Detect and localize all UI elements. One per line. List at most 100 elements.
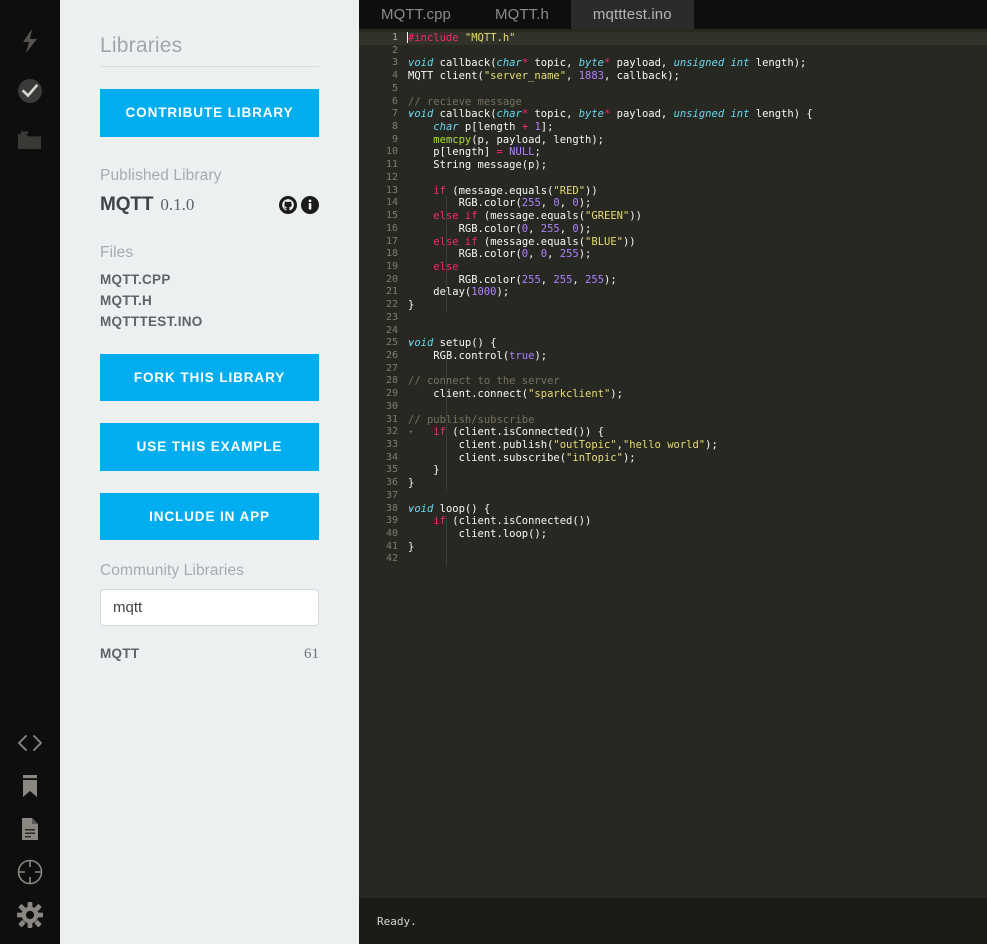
file-item[interactable]: MQTTTEST.INO <box>100 311 319 332</box>
line-number[interactable]: 32 ▾ <box>359 426 413 439</box>
line-number[interactable]: 2 <box>359 45 404 58</box>
code-line[interactable]: } <box>404 477 987 490</box>
line-number[interactable]: 16 <box>359 223 404 236</box>
line-number[interactable]: 30 <box>359 401 404 414</box>
code-line[interactable]: MQTT client("server_name", 1883, callbac… <box>404 70 987 83</box>
code-line[interactable]: // connect to the server <box>404 375 987 388</box>
code-line[interactable] <box>404 83 987 96</box>
fork-this-library-button[interactable]: FORK THIS LIBRARY <box>100 353 319 401</box>
line-number[interactable]: 29 <box>359 388 404 401</box>
code-line[interactable]: RGB.color(0, 0, 255); <box>404 248 987 261</box>
contribute-library-button[interactable]: CONTRIBUTE LIBRARY <box>100 89 319 137</box>
code-line[interactable] <box>404 553 987 566</box>
line-number[interactable]: 6 <box>359 96 404 109</box>
code-line[interactable]: RGB.control(true); <box>404 350 987 363</box>
code-line[interactable] <box>404 363 987 376</box>
tab-mqtttest-ino[interactable]: mqtttest.ino <box>570 0 694 29</box>
line-number[interactable]: 31 <box>359 414 404 427</box>
code-line[interactable]: } <box>404 299 987 312</box>
line-number[interactable]: 24 <box>359 325 404 338</box>
code-line[interactable] <box>404 312 987 325</box>
target-icon[interactable] <box>0 850 60 893</box>
code-line[interactable]: if (message.equals("RED")) <box>404 185 987 198</box>
line-number[interactable]: 19 <box>359 261 404 274</box>
verify-icon[interactable] <box>0 66 60 116</box>
line-number[interactable]: 14 <box>359 197 404 210</box>
code-line[interactable]: void setup() { <box>404 337 987 350</box>
line-number[interactable]: 27 <box>359 363 404 376</box>
code-line[interactable] <box>404 172 987 185</box>
include-in-app-button[interactable]: INCLUDE IN APP <box>100 492 319 540</box>
line-number[interactable]: 15 <box>359 210 404 223</box>
code-line[interactable]: client.connect("sparkclient"); <box>404 388 987 401</box>
code-line[interactable]: RGB.color(255, 255, 255); <box>404 274 987 287</box>
info-icon[interactable] <box>301 195 319 214</box>
code-line[interactable]: client.publish("outTopic","hello world")… <box>404 439 987 452</box>
code-content[interactable]: #include "MQTT.h" void callback(char* to… <box>404 29 987 898</box>
code-line[interactable]: else <box>404 261 987 274</box>
code-line[interactable]: else if (message.equals("GREEN")) <box>404 210 987 223</box>
code-line[interactable]: } <box>404 464 987 477</box>
bookmark-icon[interactable] <box>0 764 60 807</box>
line-number-gutter[interactable]: 1 2 3 4 5 6 7 ▾ 8 9 10 11 12 13 14 15 16 17 18 19 20 21 22 23 24… <box>359 29 413 898</box>
file-item[interactable]: MQTT.H <box>100 290 319 311</box>
line-number[interactable]: 40 <box>359 528 404 541</box>
line-number[interactable]: 37 <box>359 490 404 503</box>
code-line[interactable]: // recieve message <box>404 96 987 109</box>
line-number[interactable]: 23 <box>359 312 404 325</box>
file-item[interactable]: MQTT.CPP <box>100 269 319 290</box>
line-number[interactable]: 5 <box>359 83 404 96</box>
line-number[interactable]: 11 <box>359 159 404 172</box>
code-line[interactable]: void loop() { <box>404 503 987 516</box>
line-number[interactable]: 21 <box>359 286 404 299</box>
code-line[interactable]: delay(1000); <box>404 286 987 299</box>
line-number[interactable]: 13 <box>359 185 404 198</box>
gear-icon[interactable] <box>0 893 60 936</box>
line-number[interactable]: 25 ▾ <box>359 337 413 350</box>
code-line[interactable] <box>404 401 987 414</box>
code-line[interactable]: String message(p); <box>404 159 987 172</box>
line-number[interactable]: 33 <box>359 439 404 452</box>
line-number[interactable]: 26 <box>359 350 404 363</box>
line-number[interactable]: 22 <box>359 299 404 312</box>
line-number[interactable]: 35 <box>359 464 404 477</box>
code-line[interactable]: p[length] = NULL; <box>404 146 987 159</box>
code-line[interactable]: if (client.isConnected()) { <box>404 426 987 439</box>
line-number[interactable]: 18 <box>359 248 404 261</box>
tab-mqtt-cpp[interactable]: MQTT.cpp <box>359 0 473 29</box>
line-number[interactable]: 12 <box>359 172 404 185</box>
line-number[interactable]: 9 <box>359 134 404 147</box>
code-line[interactable] <box>404 325 987 338</box>
code-line[interactable]: RGB.color(255, 0, 0); <box>404 197 987 210</box>
line-number[interactable]: 4 <box>359 70 404 83</box>
code-icon[interactable] <box>0 721 60 764</box>
line-number[interactable]: 42 <box>359 553 404 566</box>
line-number[interactable]: 28 <box>359 375 404 388</box>
code-line[interactable]: #include "MQTT.h" <box>404 32 987 45</box>
code-line[interactable]: void callback(char* topic, byte* payload… <box>404 108 987 121</box>
line-number[interactable]: 10 <box>359 146 404 159</box>
code-line[interactable]: client.loop(); <box>404 528 987 541</box>
line-number[interactable]: 3 <box>359 57 404 70</box>
list-item[interactable]: MQTT 61 <box>100 646 319 663</box>
code-line[interactable]: // publish/subscribe <box>404 414 987 427</box>
line-number[interactable]: 36 <box>359 477 404 490</box>
code-line[interactable]: else if (message.equals("BLUE")) <box>404 236 987 249</box>
document-icon[interactable] <box>0 807 60 850</box>
line-number[interactable]: 17 <box>359 236 404 249</box>
line-number[interactable]: 34 <box>359 452 404 465</box>
search-input[interactable] <box>100 589 319 626</box>
line-number[interactable]: 41 <box>359 541 404 554</box>
code-line[interactable]: memcpy(p, payload, length); <box>404 134 987 147</box>
use-this-example-button[interactable]: USE THIS EXAMPLE <box>100 423 319 471</box>
line-number[interactable]: 8 <box>359 121 404 134</box>
code-line[interactable]: RGB.color(0, 255, 0); <box>404 223 987 236</box>
code-line[interactable]: } <box>404 541 987 554</box>
github-icon[interactable] <box>279 195 297 214</box>
line-number[interactable]: 20 <box>359 274 404 287</box>
code-line[interactable]: if (client.isConnected()) <box>404 515 987 528</box>
folder-icon[interactable] <box>0 116 60 166</box>
line-number[interactable]: 39 <box>359 515 404 528</box>
line-number[interactable]: 1 <box>359 32 404 45</box>
line-number[interactable]: 7 ▾ <box>359 108 413 121</box>
